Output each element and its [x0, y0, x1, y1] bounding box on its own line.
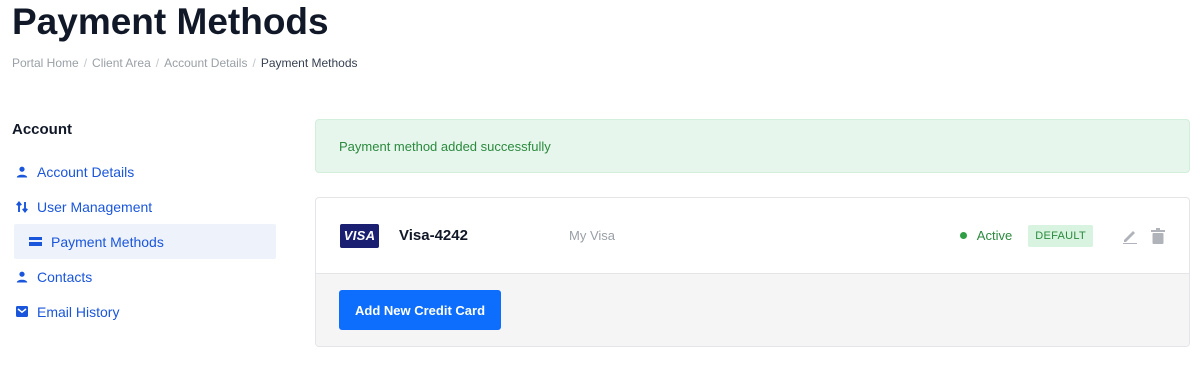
breadcrumb-separator: / — [83, 56, 88, 70]
page-title: Payment Methods — [12, 1, 329, 42]
credit-card-icon — [29, 235, 42, 248]
breadcrumb-separator: / — [252, 56, 256, 70]
sidebar-item-contacts[interactable]: Contacts — [12, 259, 276, 294]
status-text: Active — [976, 228, 1013, 243]
breadcrumb-separator: / — [155, 56, 160, 70]
delete-icon[interactable] — [1149, 227, 1167, 245]
breadcrumb: Portal Home / Client Area / Account Details /… — [12, 56, 358, 70]
status-dot-icon — [959, 232, 967, 239]
sidebar-item-label: Payment Methods — [51, 233, 164, 250]
success-alert: Payment method added successfully — [315, 119, 1190, 173]
breadcrumb-current: Payment Methods — [260, 56, 358, 70]
payment-method-row[interactable]: VISA Visa-4242 My Visa Active DEFAULT — [316, 198, 1189, 274]
card-footer: Add New Credit Card — [316, 274, 1189, 346]
sidebar-item-account-details[interactable]: Account Details — [12, 154, 276, 189]
status-indicator: Active — [959, 228, 1013, 243]
swap-arrows-icon — [15, 200, 28, 213]
visa-logo: VISA — [340, 223, 379, 248]
sidebar-item-payment-methods[interactable]: Payment Methods — [14, 224, 276, 259]
breadcrumb-link-client-area[interactable]: Client Area — [92, 56, 151, 70]
breadcrumb-link-portal-home[interactable]: Portal Home — [12, 56, 79, 70]
default-badge: DEFAULT — [1028, 224, 1093, 247]
payment-method-name: Visa-4242 — [399, 227, 468, 244]
payment-methods-card: VISA Visa-4242 My Visa Active DEFAULT Ad… — [315, 197, 1190, 347]
account-sidebar: Account Account Details User Management … — [12, 120, 276, 329]
edit-icon[interactable] — [1121, 227, 1139, 245]
sidebar-item-label: Account Details — [37, 163, 135, 180]
sidebar-item-label: Email History — [37, 303, 120, 320]
sidebar-item-user-management[interactable]: User Management — [12, 189, 276, 224]
sidebar-item-email-history[interactable]: Email History — [12, 294, 276, 329]
alert-message: Payment method added successfully — [339, 138, 551, 154]
breadcrumb-link-account-details[interactable]: Account Details — [164, 56, 247, 70]
sidebar-item-label: User Management — [37, 198, 153, 215]
user-icon — [15, 165, 28, 178]
envelope-icon — [15, 305, 28, 318]
user-icon — [15, 270, 28, 283]
sidebar-heading: Account — [12, 121, 72, 138]
add-new-credit-card-button[interactable]: Add New Credit Card — [339, 290, 502, 330]
sidebar-item-label: Contacts — [37, 268, 93, 285]
payment-method-description: My Visa — [569, 228, 615, 243]
